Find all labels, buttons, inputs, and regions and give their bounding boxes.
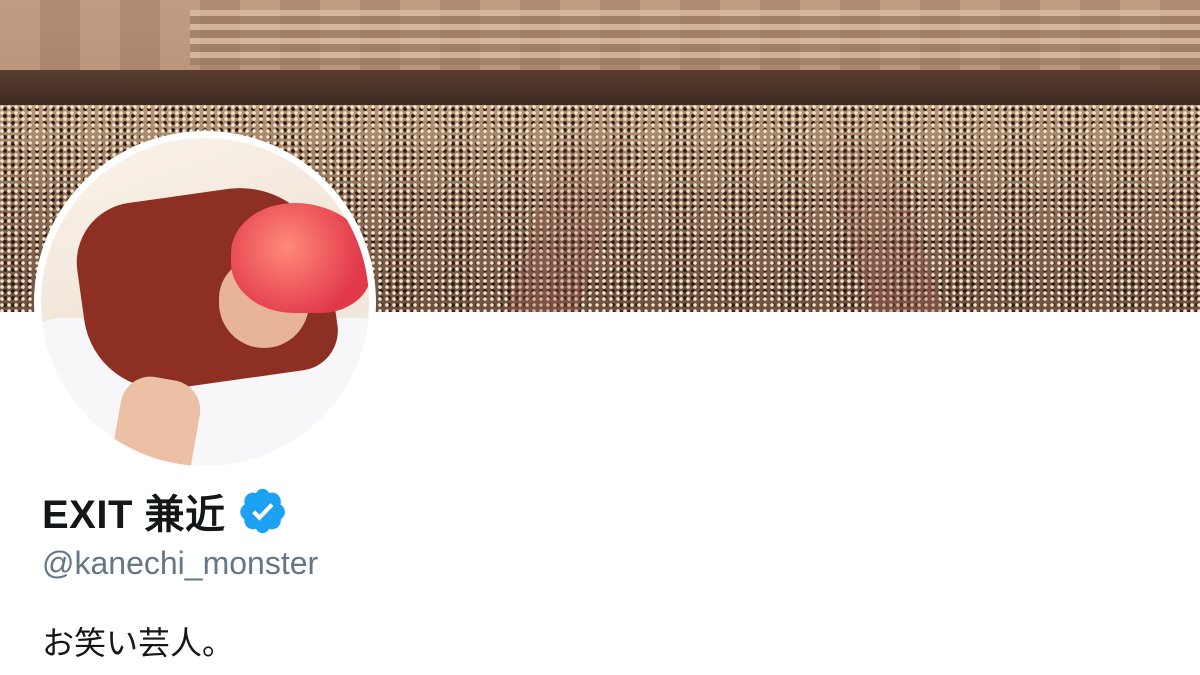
profile-bio: お笑い芸人。 — [42, 625, 235, 661]
profile-name-row: EXIT 兼近 — [42, 483, 288, 539]
avatar-photo — [41, 138, 369, 466]
verified-badge-icon — [238, 486, 288, 536]
banner-ceiling-detail — [190, 10, 1200, 65]
profile-avatar[interactable] — [34, 131, 376, 473]
profile-handle: @kanechi_monster — [42, 545, 319, 581]
avatar-hair — [231, 203, 369, 313]
display-name: EXIT 兼近 — [42, 493, 226, 537]
banner-wall — [0, 70, 1200, 110]
